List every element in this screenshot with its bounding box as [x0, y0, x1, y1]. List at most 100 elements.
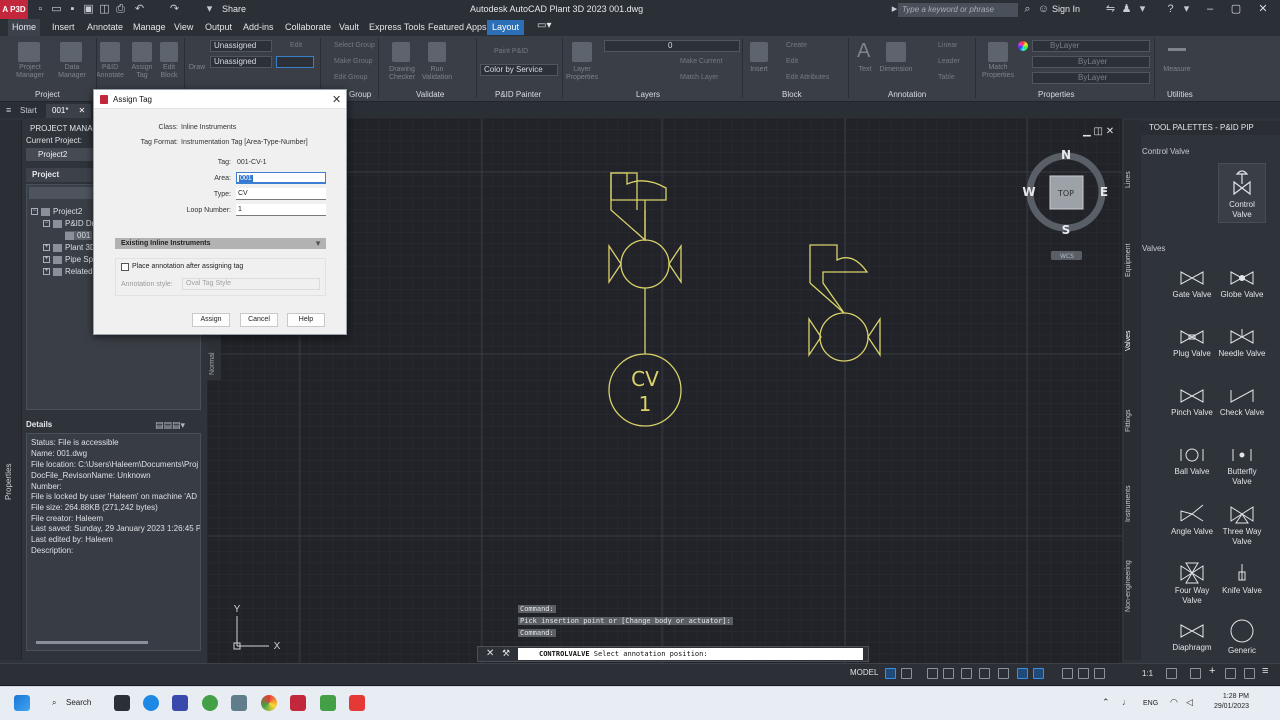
tree-node-001[interactable]: 001 — [65, 231, 93, 240]
palette-diaphragm-valve[interactable]: Diaphragm — [1168, 621, 1216, 653]
drawing-checker-icon[interactable] — [392, 42, 410, 62]
layer-properties-icon[interactable] — [572, 42, 592, 62]
dynamic-ucs-icon[interactable] — [1094, 668, 1105, 679]
data-manager-button[interactable]: Data Manager — [52, 64, 92, 80]
task-view-icon[interactable] — [114, 695, 130, 711]
tab-001[interactable]: 001* ✕ — [46, 104, 92, 118]
match-layer-button[interactable]: Match Layer — [680, 74, 719, 81]
linear-button[interactable]: Linear — [938, 42, 957, 49]
match-properties-button[interactable]: Match Properties — [980, 64, 1016, 80]
autocad-plant3d-icon[interactable] — [290, 695, 306, 711]
insert-button[interactable]: Insert — [746, 66, 772, 74]
camtasia-icon[interactable] — [320, 695, 336, 711]
panel-layers[interactable]: Layers — [636, 90, 660, 99]
user-icon[interactable]: ☺ — [1037, 3, 1050, 16]
tab-featured-apps[interactable]: Featured Apps — [428, 22, 487, 32]
palette-butterfly-valve[interactable]: Butterfly Valve — [1218, 445, 1266, 487]
fullscreen-icon[interactable] — [1244, 668, 1255, 679]
lineweight-dropdown[interactable]: ByLayer — [1032, 56, 1150, 68]
details-toolbar-icons[interactable]: ▤▤▤▾ — [155, 420, 185, 431]
properties-tab[interactable]: Properties — [4, 464, 13, 500]
tab-annotate[interactable]: Annotate — [87, 22, 123, 32]
edit-block-icon[interactable] — [160, 42, 178, 62]
tree-node-project[interactable]: − Project2 — [31, 207, 82, 216]
autocad-icon[interactable] — [349, 695, 365, 711]
isolate-icon[interactable] — [1225, 668, 1236, 679]
leader-button[interactable]: Leader — [938, 58, 960, 65]
edit-attributes-button[interactable]: Edit Attributes — [786, 74, 829, 81]
draw-button[interactable]: Draw — [186, 64, 208, 72]
whatsapp-icon[interactable] — [202, 695, 218, 711]
insert-block-icon[interactable] — [750, 42, 768, 62]
grid-icon[interactable] — [885, 668, 896, 679]
palette-three-way-valve[interactable]: Three Way Valve — [1218, 503, 1266, 547]
dialog-titlebar[interactable]: Assign Tag ✕ — [94, 90, 346, 109]
chevron-down-icon[interactable]: ▼ — [314, 238, 322, 249]
group-dropdown-2[interactable]: Unassigned — [210, 56, 272, 68]
minimize-icon[interactable]: – — [1202, 2, 1218, 17]
text-button[interactable]: Text — [854, 66, 876, 74]
area-input[interactable]: 001 — [236, 172, 326, 184]
compass-w[interactable]: W — [1022, 185, 1035, 199]
more-icon[interactable]: ▾ — [203, 3, 216, 16]
color-wheel-icon[interactable] — [1018, 41, 1028, 51]
windows-start-icon[interactable] — [14, 695, 30, 711]
palette-plug-valve[interactable]: Plug Valve — [1168, 327, 1216, 359]
palette-tab-equipment[interactable]: Equipment — [1125, 244, 1132, 277]
close-icon[interactable]: ✕ — [1255, 2, 1271, 17]
3d-osnap-icon[interactable] — [1078, 668, 1089, 679]
place-annotation-label[interactable]: Place annotation after assigning tag — [132, 263, 243, 270]
command-customize-icon[interactable]: ⚒ — [502, 648, 510, 659]
new-file-icon[interactable]: ▫ — [34, 3, 47, 16]
annotation-style-dropdown[interactable]: Oval Tag Style — [182, 278, 320, 290]
snap-icon[interactable] — [901, 668, 912, 679]
language-indicator[interactable]: ENG — [1143, 700, 1158, 707]
cart-icon[interactable]: ⇋ — [1104, 3, 1117, 16]
store-icon[interactable] — [231, 695, 247, 711]
customize-menu-icon[interactable]: ≡ — [1262, 665, 1268, 677]
file-explorer-icon[interactable] — [172, 695, 188, 711]
undo-icon[interactable]: ↶ — [133, 3, 146, 16]
select-group-button[interactable]: Select Group — [334, 42, 375, 49]
help-button[interactable]: Help — [287, 313, 325, 327]
edit-block-button[interactable]: Edit Block — [156, 64, 182, 80]
taskbar-search[interactable]: ⌕ Search — [46, 693, 100, 713]
compass-n[interactable]: N — [1061, 148, 1071, 162]
panel-annotation[interactable]: Annotation — [888, 90, 926, 99]
panel-block[interactable]: Block — [782, 90, 802, 99]
maximize-icon[interactable]: ▢ — [1228, 2, 1244, 17]
palette-ball-valve[interactable]: Ball Valve — [1168, 445, 1216, 477]
palette-tab-fittings[interactable]: Fittings — [1125, 409, 1132, 432]
tab-home[interactable]: Home — [8, 19, 41, 36]
telegram-icon[interactable] — [143, 695, 159, 711]
command-line[interactable]: ✕ ⚒ CONTROLVALVE Select annotation posit… — [477, 646, 869, 662]
text-icon[interactable]: A — [857, 40, 870, 63]
panel-properties[interactable]: Properties — [1038, 90, 1074, 99]
tab-layout[interactable]: Layout — [487, 20, 525, 35]
palette-tab-valves[interactable]: Valves — [1125, 331, 1132, 352]
annotation-scale[interactable]: 1:1 — [1142, 669, 1153, 678]
make-group-button[interactable]: Make Group — [334, 58, 373, 65]
tab-manage[interactable]: Manage — [133, 22, 166, 32]
existing-instruments-section[interactable]: Existing Inline Instruments ▼ — [115, 238, 326, 249]
tab-start[interactable]: Start — [14, 104, 43, 118]
loop-number-input[interactable]: 1 — [236, 204, 326, 216]
assign-tag-icon[interactable] — [132, 42, 152, 62]
linetype-dropdown[interactable]: ByLayer — [1032, 72, 1150, 84]
palette-tab-non-engineering[interactable]: Non-engineering — [1125, 560, 1132, 612]
pid-annotate-button[interactable]: P&ID Annotate — [92, 64, 128, 80]
share-button[interactable]: Share — [222, 4, 246, 14]
data-manager-icon[interactable] — [60, 42, 82, 62]
help-search-input[interactable]: Type a keyword or phrase — [898, 3, 1018, 17]
chrome-icon[interactable] — [261, 695, 277, 711]
save-icon[interactable]: ▪ — [66, 3, 79, 16]
open-file-icon[interactable]: ▭ — [50, 3, 63, 16]
color-by-dropdown[interactable]: Color by Service — [480, 64, 558, 76]
dialog-close-icon[interactable]: ✕ — [332, 93, 341, 106]
run-validation-icon[interactable] — [428, 42, 446, 62]
tab-view[interactable]: View — [174, 22, 193, 32]
palette-tab-lines[interactable]: Lines — [1125, 171, 1132, 188]
palette-check-valve[interactable]: Check Valve — [1218, 386, 1266, 418]
annotation-visibility-icon[interactable] — [1166, 668, 1177, 679]
place-annotation-checkbox[interactable] — [121, 263, 129, 271]
